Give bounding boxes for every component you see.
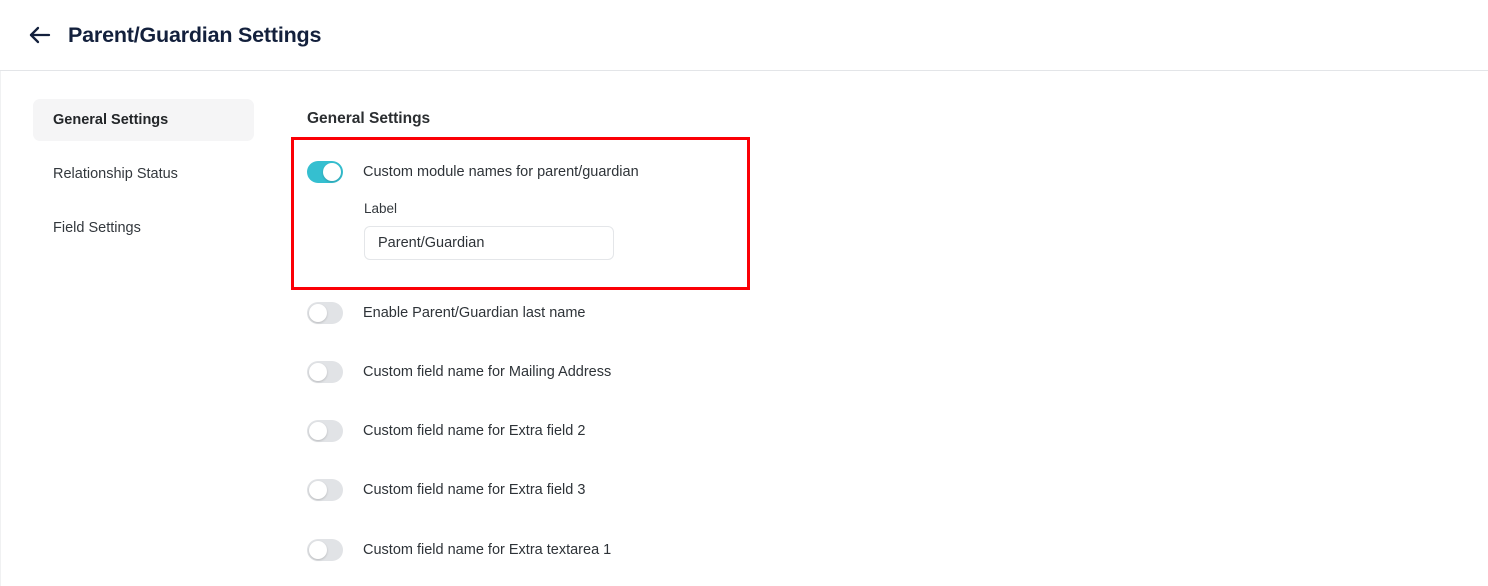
sidebar-item-field-settings[interactable]: Field Settings [33,207,254,249]
settings-sidebar: General Settings Relationship Status Fie… [33,99,254,261]
setting-row-label: Custom field name for Extra field 3 [363,482,586,498]
toggle-knob-icon [309,363,327,381]
toggle-mailing-address[interactable] [307,361,343,383]
setting-row-label: Custom field name for Mailing Address [363,364,612,380]
label-field-caption: Label [364,201,398,216]
setting-row-extra-textarea-1[interactable]: Custom field name for Extra textarea 1 [307,538,611,562]
section-heading: General Settings [307,110,431,127]
left-divider [0,71,1,586]
sidebar-item-general-settings[interactable]: General Settings [33,99,254,141]
setting-row-label: Custom module names for parent/guardian [363,164,639,180]
page-header: Parent/Guardian Settings [0,0,1488,71]
setting-row-enable-last-name[interactable]: Enable Parent/Guardian last name [307,301,585,325]
setting-row-extra-field-2[interactable]: Custom field name for Extra field 2 [307,419,585,443]
sidebar-item-relationship-status[interactable]: Relationship Status [33,153,254,195]
sidebar-item-label: General Settings [53,112,169,128]
setting-row-label: Enable Parent/Guardian last name [363,305,586,321]
page-title: Parent/Guardian Settings [68,22,322,47]
toggle-knob-icon [309,541,327,559]
arrow-left-icon[interactable] [26,21,54,49]
setting-row-label: Custom field name for Extra textarea 1 [363,542,612,558]
toggle-knob-icon [309,422,327,440]
setting-row-custom-module-names[interactable]: Custom module names for parent/guardian [307,160,639,184]
label-input[interactable] [364,226,614,260]
toggle-knob-icon [323,163,341,181]
setting-row-label: Custom field name for Extra field 2 [363,423,586,439]
setting-row-extra-field-3[interactable]: Custom field name for Extra field 3 [307,478,585,502]
toggle-extra-field-3[interactable] [307,479,343,501]
sidebar-item-label: Field Settings [53,220,141,236]
toggle-knob-icon [309,481,327,499]
label-field-group: Label [364,201,614,260]
toggle-enable-last-name[interactable] [307,302,343,324]
settings-page: Parent/Guardian Settings General Setting… [0,0,1488,586]
toggle-extra-field-2[interactable] [307,420,343,442]
toggle-extra-textarea-1[interactable] [307,539,343,561]
toggle-custom-module-names[interactable] [307,161,343,183]
page-body: General Settings Relationship Status Fie… [0,71,1488,586]
toggle-knob-icon [309,304,327,322]
setting-row-mailing-address[interactable]: Custom field name for Mailing Address [307,360,611,384]
sidebar-item-label: Relationship Status [53,166,178,182]
